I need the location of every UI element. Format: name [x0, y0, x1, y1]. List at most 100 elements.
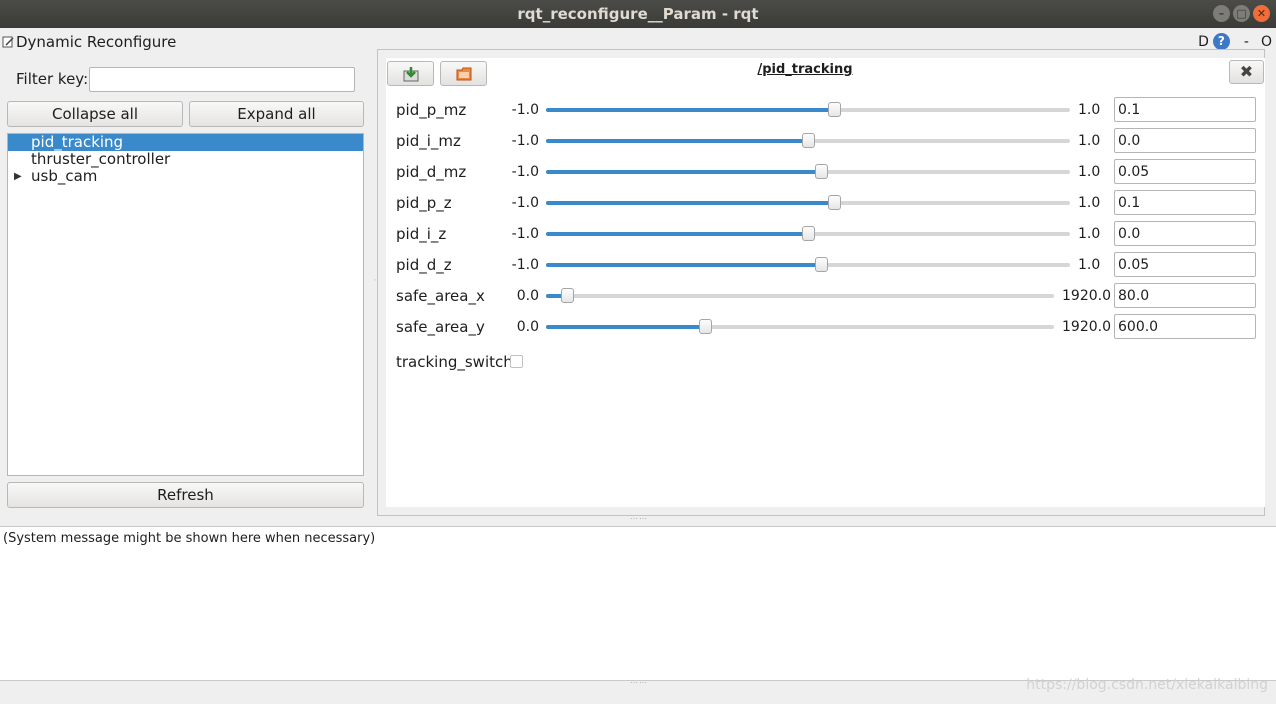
tree-item-usb-cam[interactable]: ▶ usb_cam — [8, 168, 363, 185]
system-message-box: (System message might be shown here when… — [0, 526, 1276, 681]
node-title: /pid_tracking — [757, 62, 853, 77]
plugin-options-button[interactable]: O — [1261, 34, 1272, 50]
param-slider[interactable] — [546, 226, 1070, 241]
bottom-splitter[interactable]: ⋯⋯ — [630, 678, 648, 687]
save-icon — [403, 67, 419, 82]
watermark-text: https://blog.csdn.net/xiekaikaibing — [1026, 677, 1268, 693]
plugin-title: Dynamic Reconfigure — [0, 31, 176, 53]
param-min: -1.0 — [511, 226, 539, 242]
param-slider[interactable] — [546, 257, 1070, 272]
param-min: 0.0 — [516, 319, 539, 335]
folder-icon — [456, 67, 472, 81]
param-row-pid-d-z: pid_d_z -1.0 1.0 — [386, 252, 1265, 283]
slider-handle[interactable] — [802, 133, 815, 148]
param-name: pid_i_z — [396, 225, 447, 243]
collapse-all-button[interactable]: Collapse all — [7, 101, 183, 127]
tree-item-pid-tracking[interactable]: pid_tracking — [8, 134, 363, 151]
param-value-input[interactable] — [1114, 128, 1256, 153]
maximize-button[interactable]: □ — [1233, 5, 1250, 22]
param-max: 1.0 — [1078, 226, 1101, 242]
param-max: 1920.0 — [1062, 288, 1111, 304]
refresh-button[interactable]: Refresh — [7, 482, 364, 508]
help-icon[interactable]: ? — [1212, 33, 1230, 50]
filter-key-label: Filter key: — [16, 70, 89, 88]
save-params-button[interactable] — [387, 61, 434, 86]
param-value-input[interactable] — [1114, 252, 1256, 277]
close-window-button[interactable]: ✕ — [1253, 5, 1270, 22]
slider-handle[interactable] — [815, 164, 829, 179]
param-slider[interactable] — [546, 133, 1070, 148]
param-name: pid_i_mz — [396, 132, 461, 150]
slider-handle[interactable] — [828, 195, 842, 210]
param-value-input[interactable] — [1114, 283, 1256, 308]
param-max: 1.0 — [1078, 195, 1101, 211]
tree-item-label: thruster_controller — [31, 150, 171, 168]
slider-fill — [546, 139, 808, 143]
edit-icon — [2, 36, 14, 48]
slider-handle[interactable] — [561, 288, 575, 303]
slider-fill — [546, 170, 822, 174]
close-node-button[interactable]: ✖ — [1229, 60, 1264, 84]
tree-item-label: usb_cam — [31, 167, 98, 185]
param-max: 1.0 — [1078, 164, 1101, 180]
param-row-safe-area-x: safe_area_x 0.0 1920.0 — [386, 283, 1265, 314]
param-slider[interactable] — [546, 288, 1054, 303]
tree-item-thruster-controller[interactable]: thruster_controller — [8, 151, 363, 168]
slider-fill — [546, 201, 835, 205]
param-name: pid_p_mz — [396, 101, 467, 119]
param-max: 1.0 — [1078, 102, 1101, 118]
system-message: (System message might be shown here when… — [3, 531, 376, 546]
param-name: pid_d_mz — [396, 163, 467, 181]
tracking-switch-checkbox[interactable] — [510, 355, 523, 368]
load-params-button[interactable] — [440, 61, 487, 86]
param-min: -1.0 — [511, 164, 539, 180]
expand-all-button[interactable]: Expand all — [189, 101, 364, 127]
minimize-button[interactable]: – — [1213, 5, 1230, 22]
expand-arrow-icon[interactable]: ▶ — [14, 168, 22, 185]
plugin-d-button[interactable]: D — [1198, 34, 1209, 50]
param-row-tracking-switch: tracking_switch — [386, 349, 1265, 380]
param-min: -1.0 — [511, 195, 539, 211]
param-max: 1.0 — [1078, 257, 1101, 273]
plugin-minimize-button[interactable]: - — [1244, 34, 1249, 50]
param-min: 0.0 — [516, 288, 539, 304]
param-row-pid-p-mz: pid_p_mz -1.0 1.0 — [386, 97, 1265, 128]
slider-handle[interactable] — [828, 102, 842, 117]
window-titlebar: rqt_reconfigure__Param - rqt – □ ✕ — [0, 0, 1276, 28]
param-min: -1.0 — [511, 102, 539, 118]
param-value-input[interactable] — [1114, 314, 1256, 339]
param-value-input[interactable] — [1114, 97, 1256, 122]
param-row-pid-i-mz: pid_i_mz -1.0 1.0 — [386, 128, 1265, 159]
param-min: -1.0 — [511, 257, 539, 273]
window-title: rqt_reconfigure__Param - rqt — [517, 5, 759, 23]
horizontal-splitter[interactable]: ⋯⋯ — [630, 514, 648, 523]
slider-fill — [546, 263, 822, 267]
slider-handle[interactable] — [815, 257, 829, 272]
slider-handle[interactable] — [698, 319, 712, 334]
filter-key-input[interactable] — [89, 67, 355, 92]
param-slider[interactable] — [546, 195, 1070, 210]
param-min: -1.0 — [511, 133, 539, 149]
param-value-input[interactable] — [1114, 190, 1256, 215]
param-max: 1.0 — [1078, 133, 1101, 149]
param-row-safe-area-y: safe_area_y 0.0 1920.0 — [386, 314, 1265, 345]
plugin-title-label: Dynamic Reconfigure — [16, 33, 177, 51]
param-name: pid_p_z — [396, 194, 452, 212]
node-tree: pid_tracking thruster_controller ▶ usb_c… — [7, 133, 364, 476]
tree-item-label: pid_tracking — [31, 133, 124, 151]
param-name: safe_area_x — [396, 287, 485, 305]
param-name: pid_d_z — [396, 256, 452, 274]
param-row-pid-i-z: pid_i_z -1.0 1.0 — [386, 221, 1265, 252]
param-slider[interactable] — [546, 164, 1070, 179]
param-value-input[interactable] — [1114, 221, 1256, 246]
slider-fill — [546, 108, 835, 112]
slider-handle[interactable] — [802, 226, 815, 241]
param-name: safe_area_y — [396, 318, 485, 336]
slider-fill — [546, 325, 705, 329]
param-slider[interactable] — [546, 102, 1070, 117]
param-row-pid-d-mz: pid_d_mz -1.0 1.0 — [386, 159, 1265, 190]
param-slider[interactable] — [546, 319, 1054, 334]
window-controls: – □ ✕ — [1213, 5, 1270, 22]
param-value-input[interactable] — [1114, 159, 1256, 184]
param-row-pid-p-z: pid_p_z -1.0 1.0 — [386, 190, 1265, 221]
